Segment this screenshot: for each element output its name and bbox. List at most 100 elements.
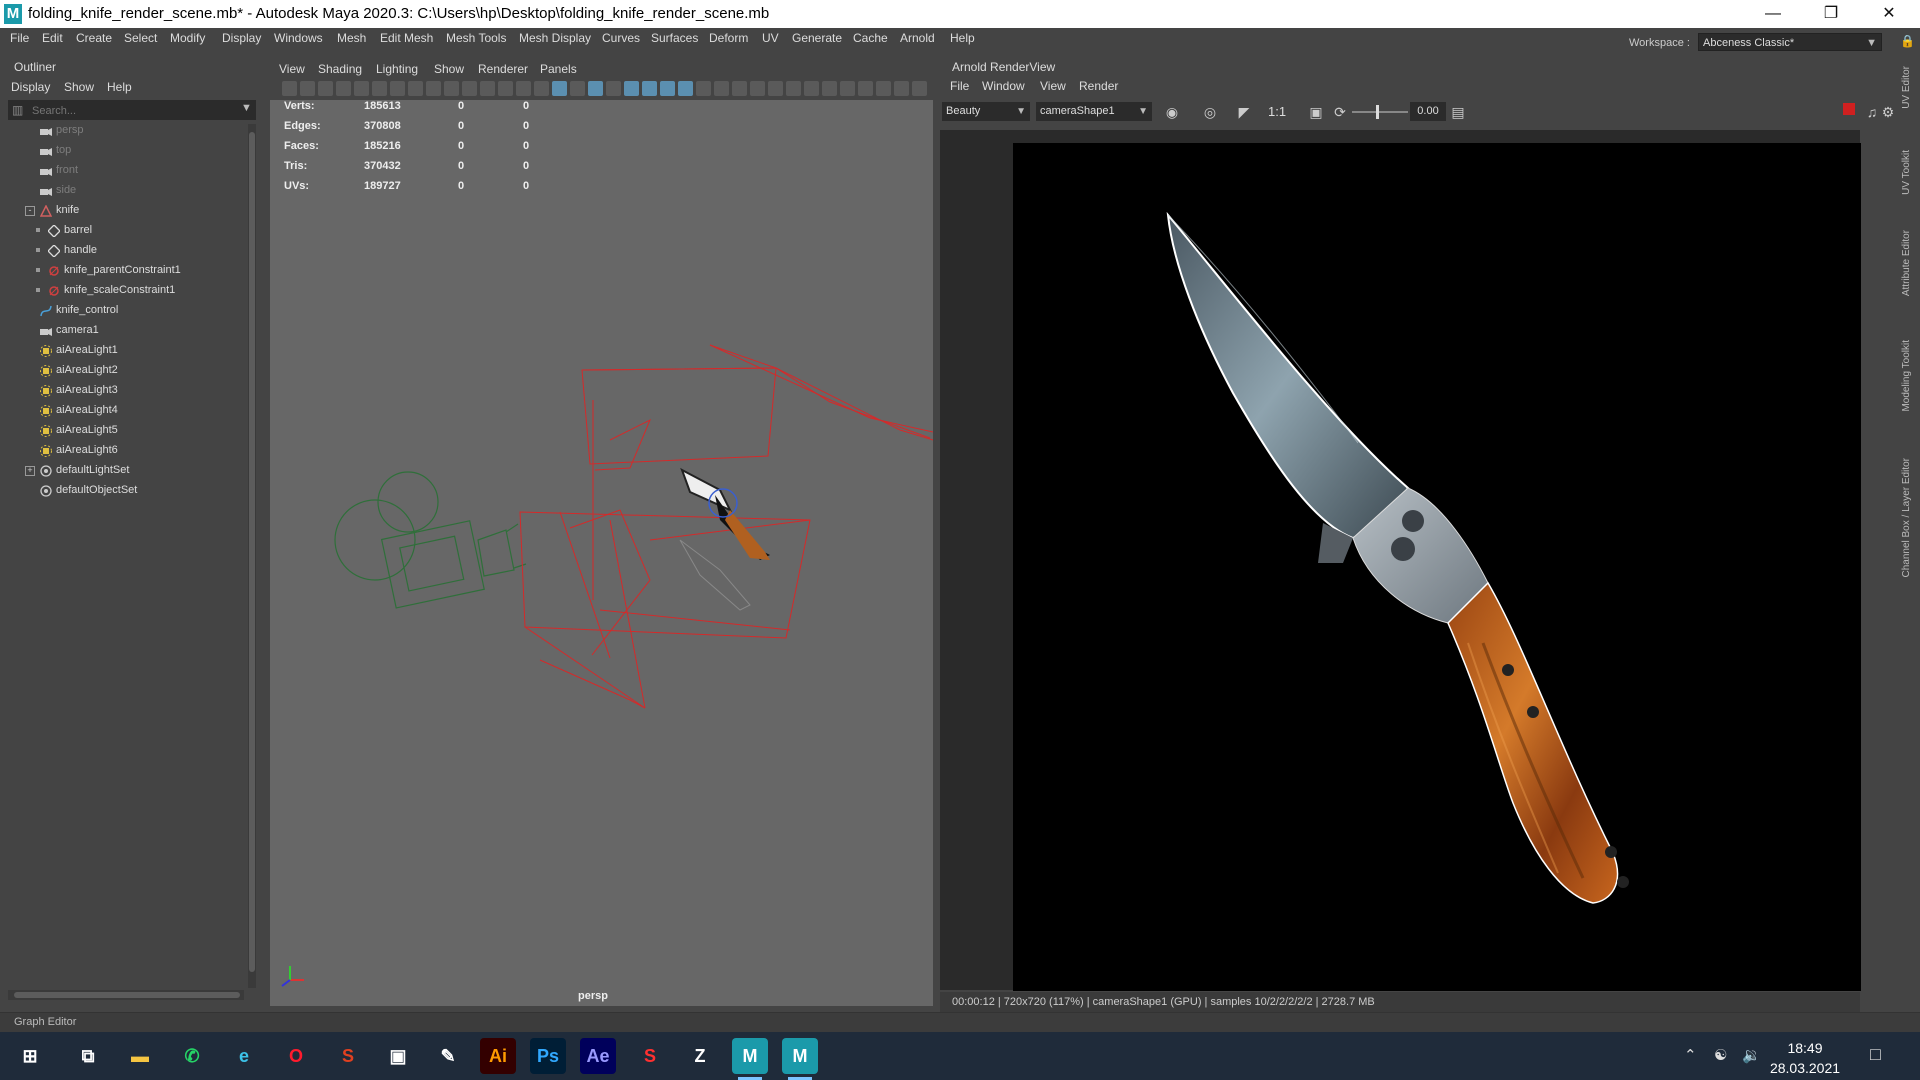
3d-viewport[interactable] [270,100,933,1006]
viewport-tool-icon[interactable] [606,81,621,96]
outliner-item[interactable]: knife_control [0,300,248,320]
maya-icon[interactable]: M [732,1038,768,1080]
menu-windows[interactable]: Windows [274,31,323,45]
tab-uv-toolkit[interactable]: UV Toolkit [1901,150,1912,195]
outliner-menu-help[interactable]: Help [107,80,132,94]
outliner-item[interactable]: front [0,160,248,180]
viewport-tool-icon[interactable] [858,81,873,96]
notifications-icon[interactable]: □ [1870,1044,1881,1065]
viewport-tool-icon[interactable] [552,81,567,96]
scrollbar-thumb[interactable] [14,992,240,998]
after-effects-icon[interactable]: Ae [580,1038,616,1074]
edge-icon[interactable]: e [226,1038,262,1074]
frame-fit-icon[interactable]: ▣ [1306,102,1326,122]
file-explorer-icon[interactable]: ▬ [122,1038,158,1074]
exposure-value[interactable]: 0.00 [1410,102,1446,121]
outliner-item[interactable]: aiAreaLight2 [0,360,248,380]
viewport-tool-icon[interactable] [804,81,819,96]
minimize-button[interactable]: — [1744,0,1802,28]
viewport-tool-icon[interactable] [894,81,909,96]
outliner-item[interactable]: camera1 [0,320,248,340]
collapse-icon[interactable]: - [25,206,35,216]
viewport-tool-icon[interactable] [444,81,459,96]
viewport-tool-icon[interactable] [390,81,405,96]
viewport-tool-icon[interactable] [660,81,675,96]
menu-cache[interactable]: Cache [853,31,888,45]
menu-generate[interactable]: Generate [792,31,842,45]
outliner-item[interactable]: barrel [0,220,248,240]
menu-deform[interactable]: Deform [709,31,748,45]
app-window-icon[interactable]: ▣ [380,1038,416,1074]
viewport-tool-icon[interactable] [696,81,711,96]
outliner-item[interactable]: + defaultLightSet [0,460,248,480]
menu-edit-mesh[interactable]: Edit Mesh [380,31,433,45]
viewport-menu-view[interactable]: View [279,62,305,76]
viewport-tool-icon[interactable] [876,81,891,96]
close-button[interactable]: ✕ [1860,0,1918,28]
chevron-up-icon[interactable]: ⌃ [1684,1046,1697,1064]
slider-knob[interactable] [1376,105,1379,119]
zoom-ratio[interactable]: 1:1 [1268,104,1286,119]
outliner-item[interactable]: aiAreaLight1 [0,340,248,360]
viewport-tool-icon[interactable] [624,81,639,96]
outliner-menu-show[interactable]: Show [64,80,94,94]
scrollbar-thumb[interactable] [249,132,255,972]
outliner-item[interactable]: top [0,140,248,160]
photoshop-icon[interactable]: Ps [530,1038,566,1074]
menu-mesh-display[interactable]: Mesh Display [519,31,591,45]
volume-icon[interactable]: 🔉 [1742,1046,1761,1064]
tab-channel-box[interactable]: Channel Box / Layer Editor [1901,458,1912,578]
restore-button[interactable]: ❐ [1802,0,1860,28]
search-input[interactable] [30,102,234,120]
outliner-menu-display[interactable]: Display [11,80,50,94]
tab-modeling-toolkit[interactable]: Modeling Toolkit [1901,340,1912,412]
viewport-tool-icon[interactable] [912,81,927,96]
viewport-tool-icon[interactable] [714,81,729,96]
outliner-horizontal-scrollbar[interactable] [8,990,244,1000]
task-view-icon[interactable]: ⧉ [70,1038,106,1074]
gear-icon[interactable]: ⚙ [1878,102,1898,122]
menu-select[interactable]: Select [124,31,157,45]
tab-uv-editor[interactable]: UV Editor [1901,66,1912,109]
render-image[interactable] [1013,143,1861,991]
outliner-vertical-scrollbar[interactable] [248,124,256,988]
menu-mesh-tools[interactable]: Mesh Tools [446,31,506,45]
outliner-item[interactable]: persp [0,120,248,140]
menu-arnold[interactable]: Arnold [900,31,935,45]
menu-file[interactable]: File [10,31,29,45]
viewport-tool-icon[interactable] [282,81,297,96]
viewport-tool-icon[interactable] [498,81,513,96]
viewport-menu-lighting[interactable]: Lighting [376,62,418,76]
substance-icon[interactable]: S [632,1038,668,1074]
crop-region-icon[interactable]: ◤ [1234,102,1254,122]
viewport-tool-icon[interactable] [642,81,657,96]
expand-icon[interactable]: + [25,466,35,476]
maya-icon-2[interactable]: M [782,1038,818,1080]
outliner-item[interactable]: - knife [0,200,248,220]
menu-surfaces[interactable]: Surfaces [651,31,698,45]
renderview-menu-view[interactable]: View [1040,79,1066,93]
network-icon[interactable]: ☯ [1714,1046,1727,1064]
viewport-tool-icon[interactable] [372,81,387,96]
viewport-tool-icon[interactable] [426,81,441,96]
illustrator-icon[interactable]: Ai [480,1038,516,1074]
windows-start-icon[interactable]: ⊞ [12,1038,48,1074]
menu-create[interactable]: Create [76,31,112,45]
menu-help[interactable]: Help [950,31,975,45]
log-icon[interactable]: ▤ [1448,102,1468,122]
viewport-menu-panels[interactable]: Panels [540,62,577,76]
viewport-tool-icon[interactable] [318,81,333,96]
whatsapp-icon[interactable]: ✆ [174,1038,210,1074]
viewport-tool-icon[interactable] [768,81,783,96]
rgb-channel-icon[interactable]: ◎ [1200,102,1220,122]
outliner-item[interactable]: knife_parentConstraint1 [0,260,248,280]
viewport-tool-icon[interactable] [480,81,495,96]
outliner-item[interactable]: aiAreaLight3 [0,380,248,400]
renderview-menu-render[interactable]: Render [1079,79,1118,93]
render-start-icon[interactable]: ◉ [1162,102,1182,122]
outliner-item[interactable]: handle [0,240,248,260]
opera-icon[interactable]: O [278,1038,314,1074]
viewport-tool-icon[interactable] [408,81,423,96]
outliner-item[interactable]: aiAreaLight4 [0,400,248,420]
viewport-tool-icon[interactable] [822,81,837,96]
